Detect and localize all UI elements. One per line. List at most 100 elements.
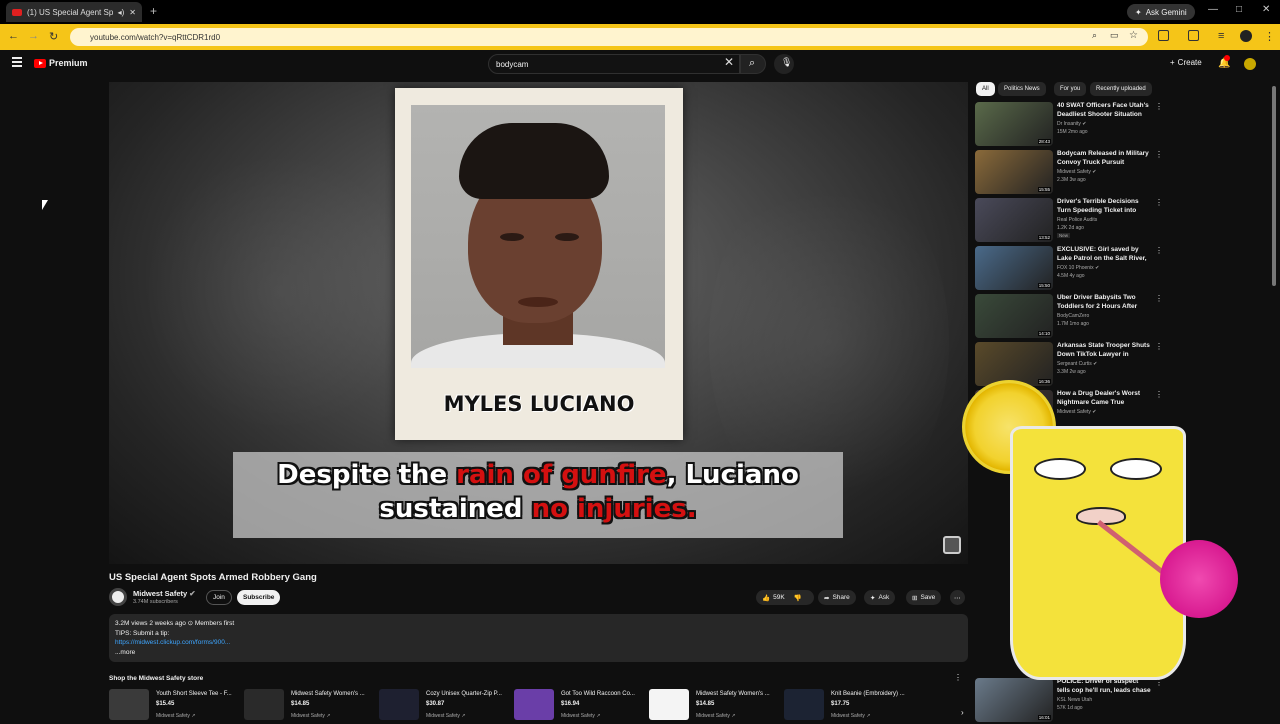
video-title[interactable]: Uber Driver Babysits Two Toddlers for 2 … — [1057, 294, 1152, 311]
chevron-right-icon[interactable]: › — [961, 708, 964, 717]
video-title[interactable]: Bodycam Released in Military Convoy Truc… — [1057, 150, 1152, 167]
youtube-logo[interactable]: Premium — [34, 58, 88, 68]
video-thumbnail[interactable]: 28:43 — [975, 102, 1053, 146]
video-thumbnail[interactable]: 14:10 — [975, 294, 1053, 338]
shop-item[interactable]: Midwest Safety Women's ... $14.85 Midwest … — [244, 689, 372, 720]
chip-recently-uploaded[interactable]: Recently uploaded — [1090, 82, 1152, 96]
more-options-icon[interactable]: ⋮ — [1155, 198, 1163, 207]
video-title[interactable]: How a Drug Dealer's Worst Nightmare Came… — [1057, 390, 1152, 407]
shop-item-thumbnail[interactable] — [784, 689, 824, 720]
video-title[interactable]: Arkansas State Trooper Shuts Down TikTok… — [1057, 342, 1152, 359]
subscribe-button[interactable]: Subscribe — [237, 590, 281, 605]
tab-audio-icon[interactable]: ◂) — [118, 8, 125, 17]
video-title[interactable]: Driver's Terrible Decisions Turn Speedin… — [1057, 198, 1152, 215]
recommended-video[interactable]: 14:10 Uber Driver Babysits Two Toddlers f… — [975, 294, 1165, 340]
voice-search-button[interactable]: 🎙 — [774, 54, 794, 74]
search-button[interactable]: ⌕ — [740, 54, 766, 74]
scrollbar-thumb[interactable] — [1272, 86, 1276, 286]
chrome-menu-icon[interactable]: ⋮ — [1264, 30, 1275, 43]
chip-politics-news[interactable]: Politics News — [998, 82, 1046, 96]
shop-item[interactable]: Knit Beanie (Embroidery) ... $17.75 Midwes… — [784, 689, 912, 720]
save-button[interactable]: ⊞ Save — [906, 590, 942, 605]
shop-more-icon[interactable]: ⋮ — [954, 673, 962, 682]
shop-item-thumbnail[interactable] — [109, 689, 149, 720]
sidepanel-icon[interactable] — [1188, 30, 1199, 41]
address-bar[interactable]: youtube.com/watch?v=qRttCDR1rd0 — [70, 28, 1148, 46]
bookmark-star-icon[interactable]: ☆ — [1129, 30, 1138, 41]
join-button[interactable]: Join — [206, 590, 232, 605]
ask-gemini-button[interactable]: ✦ Ask Gemini — [1127, 4, 1195, 20]
zoom-icon[interactable]: ⌕ — [1092, 30, 1097, 41]
more-options-icon[interactable]: ⋮ — [1155, 246, 1163, 255]
more-options-icon[interactable]: ⋮ — [1155, 102, 1163, 111]
reload-icon[interactable]: ↻ — [49, 30, 58, 43]
show-more-link[interactable]: ...more — [115, 648, 962, 658]
channel-name[interactable]: Real Police Audits — [1057, 217, 1097, 223]
share-button[interactable]: ➦ Share — [818, 590, 856, 605]
recommended-video[interactable]: 15:55 Bodycam Released in Military Convoy… — [975, 150, 1165, 196]
channel-name[interactable]: Midwest Safety ✔ — [133, 589, 196, 598]
shop-item-thumbnail[interactable] — [244, 689, 284, 720]
clear-search-icon[interactable]: ✕ — [724, 55, 734, 69]
video-title[interactable]: 40 SWAT Officers Face Utah's Deadliest S… — [1057, 102, 1152, 119]
recommended-video[interactable]: 13:52 Driver's Terrible Decisions Turn Sp… — [975, 198, 1165, 244]
dislike-icon[interactable]: 👎 — [794, 594, 802, 602]
video-player[interactable]: MYLES LUCIANO Despite the rain of gunfir… — [109, 82, 968, 564]
video-thumbnail[interactable]: 16:01 — [975, 678, 1053, 722]
extensions-icon[interactable] — [1158, 30, 1169, 41]
create-button[interactable]: + Create — [1170, 58, 1202, 67]
chip-all[interactable]: All — [976, 82, 995, 96]
video-title[interactable]: POLICE: Driver of suspect tells cop he'l… — [1057, 678, 1152, 695]
more-options-icon[interactable]: ⋮ — [1155, 342, 1163, 351]
channel-name[interactable]: Midwest Safety ✔ — [1057, 409, 1096, 415]
subscriber-count: 3.74M subscribers — [133, 599, 178, 605]
video-thumbnail[interactable]: 15:55 — [975, 150, 1053, 194]
channel-name[interactable]: FOX 10 Phoenix ✔ — [1057, 265, 1099, 271]
more-actions-button[interactable]: ⋯ — [950, 590, 965, 605]
search-input[interactable]: bodycam — [488, 54, 740, 74]
recommended-video[interactable]: 15:50 EXCLUSIVE: Girl saved by Lake Patro… — [975, 246, 1165, 292]
browser-tab[interactable]: (1) US Special Agent Spots ◂) ✕ — [6, 2, 142, 22]
account-avatar[interactable] — [1244, 58, 1256, 70]
channel-watermark-icon[interactable] — [943, 536, 961, 554]
downloads-icon[interactable]: ≡ — [1218, 30, 1224, 42]
shop-item-thumbnail[interactable] — [649, 689, 689, 720]
minimize-button[interactable]: — — [1208, 4, 1218, 15]
ask-button[interactable]: ✦ Ask — [864, 590, 896, 605]
channel-name[interactable]: KSL News Utah — [1057, 697, 1092, 703]
shop-item-thumbnail[interactable] — [379, 689, 419, 720]
recommended-video[interactable]: 28:43 40 SWAT Officers Face Utah's Deadli… — [975, 102, 1165, 148]
cast-icon[interactable]: ▭ — [1110, 30, 1119, 41]
more-options-icon[interactable]: ⋮ — [1155, 150, 1163, 159]
shop-item[interactable]: Got Too Wild Raccoon Co... $16.94 Midwest … — [514, 689, 642, 720]
forward-icon[interactable]: → — [28, 30, 39, 42]
channel-avatar[interactable] — [109, 588, 127, 606]
video-thumbnail[interactable]: 15:50 — [975, 246, 1053, 290]
video-title[interactable]: EXCLUSIVE: Girl saved by Lake Patrol on … — [1057, 246, 1152, 263]
close-window-button[interactable]: ✕ — [1262, 4, 1270, 15]
back-icon[interactable]: ← — [8, 30, 19, 42]
profile-icon[interactable] — [1240, 30, 1252, 42]
hamburger-menu-icon[interactable] — [12, 57, 22, 69]
shop-item[interactable]: Youth Short Sleeve Tee - F... $15.45 Midwe… — [109, 689, 237, 720]
channel-name[interactable]: Dr Insanity ✔ — [1057, 121, 1086, 127]
video-thumbnail[interactable]: 13:52 — [975, 198, 1053, 242]
like-icon[interactable]: 👍 — [762, 594, 770, 602]
chip-for-you[interactable]: For you — [1054, 82, 1087, 96]
tab-close-icon[interactable]: ✕ — [129, 8, 136, 17]
like-dislike-group[interactable]: 👍 59K 👎 — [756, 590, 814, 605]
channel-name[interactable]: Sergeant Curtis ✔ — [1057, 361, 1097, 367]
new-tab-button[interactable]: + — [150, 4, 157, 18]
more-options-icon[interactable]: ⋮ — [1155, 390, 1163, 399]
channel-name[interactable]: Midwest Safety ✔ — [1057, 169, 1096, 175]
description-link[interactable]: https://midwest.clickup.com/forms/900... — [115, 638, 962, 648]
shop-item-thumbnail[interactable] — [514, 689, 554, 720]
shop-item[interactable]: Cozy Unisex Quarter-Zip P... $30.87 Midwes… — [379, 689, 507, 720]
more-options-icon[interactable]: ⋮ — [1155, 294, 1163, 303]
maximize-button[interactable]: □ — [1236, 4, 1242, 15]
channel-name[interactable]: BodyCamZero — [1057, 313, 1089, 319]
recommended-video[interactable]: 16:01 POLICE: Driver of suspect tells cop… — [975, 678, 1165, 724]
description-box[interactable]: 3.2M views 2 weeks ago ⊙ Members first T… — [109, 614, 968, 662]
shop-item[interactable]: Midwest Safety Women's ... $14.85 Midwest … — [649, 689, 777, 720]
view-count: 15M 2mo ago — [1057, 129, 1088, 135]
